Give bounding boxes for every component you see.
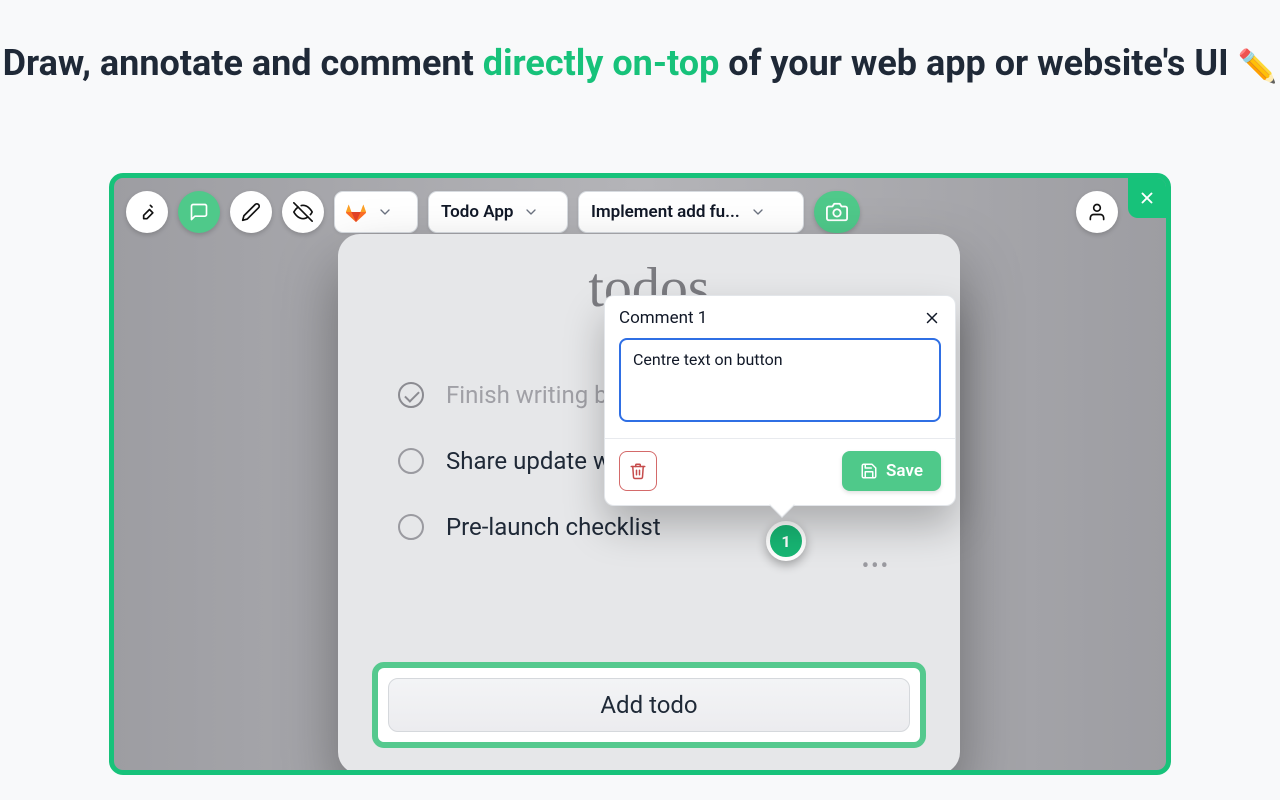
- issue-label: Implement add fu...: [591, 202, 740, 222]
- marker-tool-button[interactable]: [126, 191, 168, 233]
- comment-pin[interactable]: 1: [766, 521, 806, 561]
- camera-icon: [826, 201, 848, 223]
- annotation-frame: Todo App Implement add fu... todos Fi: [109, 173, 1171, 775]
- dots-icon: •••: [862, 554, 890, 579]
- comment-popover: Comment 1 Save: [604, 295, 956, 506]
- chevron-down-icon: [523, 204, 539, 220]
- save-icon: [860, 462, 878, 480]
- add-todo-button[interactable]: Add todo: [388, 678, 910, 732]
- pencil-emoji: ✏️: [1238, 47, 1278, 85]
- popover-close-button[interactable]: [923, 309, 941, 327]
- issue-dropdown[interactable]: Implement add fu...: [578, 191, 804, 233]
- gitlab-icon: [345, 201, 367, 223]
- comment-tool-button[interactable]: [178, 191, 220, 233]
- comment-textarea[interactable]: [619, 338, 941, 422]
- chat-icon: [189, 202, 209, 222]
- save-label: Save: [886, 461, 923, 481]
- check-circle-icon[interactable]: [398, 382, 424, 408]
- circle-icon[interactable]: [398, 448, 424, 474]
- project-dropdown[interactable]: Todo App: [428, 191, 568, 233]
- headline-prefix: Draw, annotate and comment: [3, 42, 483, 84]
- circle-icon[interactable]: [398, 514, 424, 540]
- headline: Draw, annotate and comment directly on-t…: [0, 0, 1280, 88]
- eye-off-icon: [293, 202, 313, 222]
- visibility-toggle-button[interactable]: [282, 191, 324, 233]
- chevron-down-icon: [750, 204, 766, 220]
- marker-icon: [137, 202, 157, 222]
- screenshot-button[interactable]: [814, 191, 860, 233]
- add-todo-highlight: Add todo: [372, 662, 926, 748]
- headline-suffix: of your web app or website's UI: [719, 42, 1237, 84]
- project-label: Todo App: [441, 202, 513, 222]
- more-options-button[interactable]: •••: [862, 554, 890, 579]
- close-icon: [923, 309, 941, 327]
- pen-icon: [241, 202, 261, 222]
- trash-icon: [629, 462, 647, 480]
- add-todo-label: Add todo: [600, 691, 697, 719]
- save-comment-button[interactable]: Save: [842, 451, 941, 491]
- integration-dropdown[interactable]: [334, 191, 418, 233]
- delete-comment-button[interactable]: [619, 451, 657, 491]
- account-button[interactable]: [1076, 191, 1118, 233]
- pin-number: 1: [781, 532, 790, 551]
- chevron-down-icon: [377, 204, 393, 220]
- todo-text: Pre-launch checklist: [446, 513, 661, 541]
- headline-accent: directly on-top: [483, 42, 720, 84]
- toolbar: Todo App Implement add fu...: [126, 190, 1154, 234]
- popover-title: Comment 1: [619, 308, 707, 328]
- user-icon: [1087, 202, 1107, 222]
- pen-tool-button[interactable]: [230, 191, 272, 233]
